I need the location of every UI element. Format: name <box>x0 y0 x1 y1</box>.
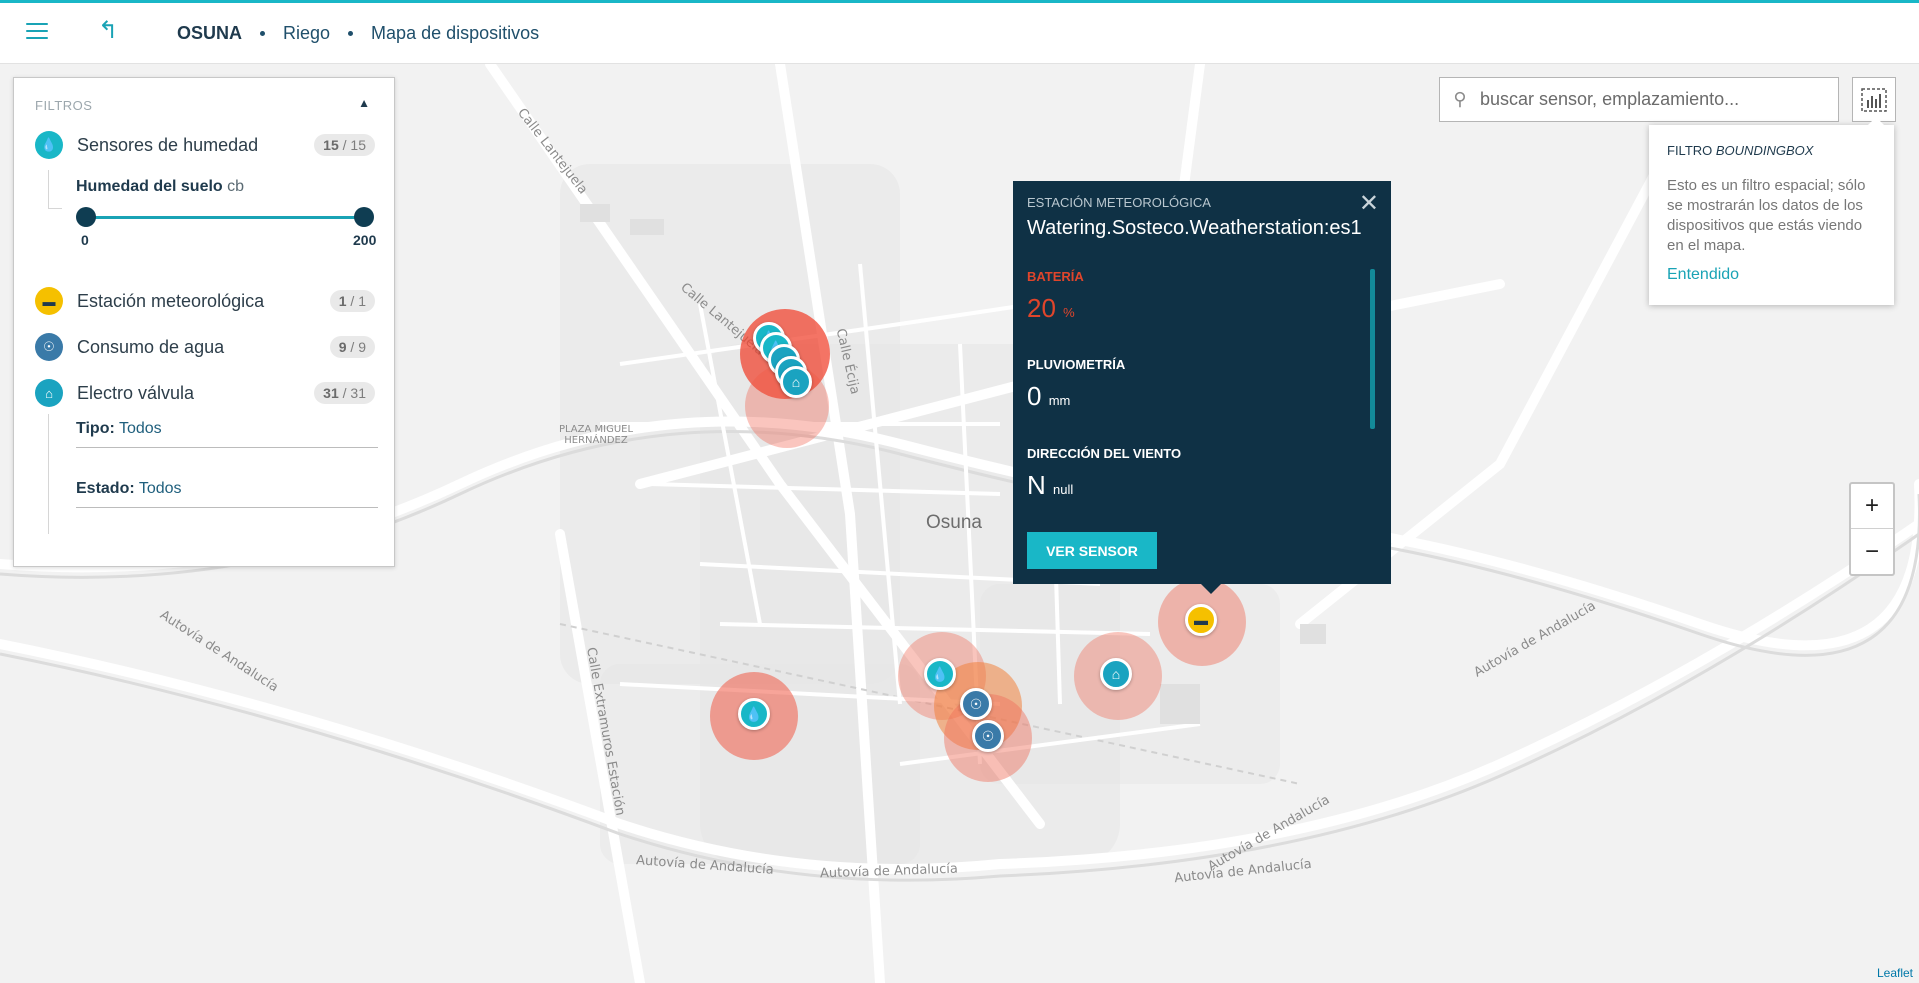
estado-select[interactable]: Estado: Todos <box>76 476 378 508</box>
wind-value: N null <box>1027 470 1074 500</box>
boundingbox-filter-button[interactable] <box>1852 77 1896 122</box>
weather-station-marker[interactable]: ▬ <box>1185 604 1217 636</box>
breadcrumb-separator <box>260 31 266 36</box>
city-label: Osuna <box>926 512 982 533</box>
humidity-sensor-marker[interactable]: 💧 <box>738 698 770 730</box>
tooltip-title: FILTRO BOUNDINGBOX <box>1667 143 1814 158</box>
slider-max-value: 200 <box>353 232 377 248</box>
filter-label: Electro válvula <box>77 382 195 403</box>
breadcrumb-separator <box>348 31 354 36</box>
water-consumption-marker[interactable]: ☉ <box>972 720 1004 752</box>
filter-valve[interactable]: ⌂ Electro válvula 31 / 31 <box>35 378 375 408</box>
tree-line <box>48 208 62 209</box>
filter-count: 15 / 15 <box>314 134 375 156</box>
battery-value: 20 % <box>1027 293 1075 323</box>
filter-label: Sensores de humedad <box>77 134 259 155</box>
rain-label: PLUVIOMETRÍA <box>1027 357 1126 372</box>
humidity-sensor-icon: 💧 <box>35 131 63 159</box>
soil-humidity-title: Humedad del suelo cb <box>76 178 245 195</box>
zoom-control: + − <box>1849 482 1895 576</box>
rain-value: 0 mm <box>1027 381 1071 411</box>
valve-icon: ⌂ <box>35 379 63 407</box>
slider-min-knob[interactable] <box>76 207 96 227</box>
map-label: PLAZA MIGUEL HERNÁNDEZ <box>558 424 634 446</box>
zoom-in-button[interactable]: + <box>1851 484 1893 529</box>
hamburger-menu-icon[interactable] <box>26 23 48 41</box>
humidity-sensor-marker[interactable]: 💧 <box>924 658 956 690</box>
popup-scrollbar[interactable] <box>1370 269 1375 429</box>
filter-water-consumption[interactable]: ☉ Consumo de agua 9 / 9 <box>35 332 375 362</box>
filter-humidity-sensors[interactable]: 💧 Sensores de humedad 15 / 15 <box>35 130 375 160</box>
water-consumption-marker[interactable]: ☉ <box>960 688 992 720</box>
tooltip-description: Esto es un filtro espacial; sólo se most… <box>1667 177 1866 254</box>
top-bar: ↰ OSUNA Riego Mapa de dispositivos <box>0 0 1919 64</box>
valve-marker[interactable]: ⌂ <box>780 366 812 398</box>
soil-humidity-track[interactable] <box>86 216 364 219</box>
water-tap-icon: ☉ <box>35 333 63 361</box>
valve-marker[interactable]: ⌂ <box>1100 658 1132 690</box>
filters-title: FILTROS <box>35 98 93 113</box>
battery-label: BATERÍA <box>1027 269 1084 284</box>
search-icon: ⚲ <box>1453 89 1467 109</box>
breadcrumb-osuna[interactable]: OSUNA <box>177 23 242 44</box>
close-icon[interactable]: ✕ <box>1359 189 1379 218</box>
sensor-popup: ESTACIÓN METEOROLÓGICA Watering.Sosteco.… <box>1013 181 1391 594</box>
boundingbox-chart-icon <box>1861 87 1887 112</box>
filters-panel: FILTROS ▲ 💧 Sensores de humedad 15 / 15 … <box>13 77 395 567</box>
filter-label: Consumo de agua <box>77 336 225 357</box>
slider-min-value: 0 <box>81 232 89 248</box>
triangle-up-icon[interactable]: ▲ <box>358 96 370 110</box>
boundingbox-tooltip: FILTRO BOUNDINGBOX Esto es un filtro esp… <box>1649 117 1894 305</box>
tree-line <box>48 170 49 208</box>
weather-station-icon: ▬ <box>35 287 63 315</box>
wind-label: DIRECCIÓN DEL VIENTO <box>1027 446 1182 461</box>
tooltip-ok-link[interactable]: Entendido <box>1667 266 1876 284</box>
breadcrumb-riego[interactable]: Riego <box>283 23 330 44</box>
search-input[interactable] <box>1480 89 1830 110</box>
popup-sensor-type: ESTACIÓN METEOROLÓGICA <box>1027 195 1211 210</box>
search-box: ⚲ <box>1439 77 1839 122</box>
slider-max-knob[interactable] <box>354 207 374 227</box>
map-attribution-link[interactable]: Leaflet <box>1877 966 1913 980</box>
tree-line <box>48 414 49 534</box>
popup-sensor-name: Watering.Sosteco.Weatherstation:es1 <box>1027 217 1362 239</box>
filter-count: 1 / 1 <box>329 290 375 312</box>
breadcrumb: OSUNA Riego Mapa de dispositivos <box>177 23 539 44</box>
filter-count: 31 / 31 <box>314 382 375 404</box>
filter-weather-station[interactable]: ▬ Estación meteorológica 1 / 1 <box>35 286 375 316</box>
zoom-out-button[interactable]: − <box>1851 529 1893 574</box>
return-arrow-icon[interactable]: ↰ <box>98 19 118 43</box>
filter-label: Estación meteorológica <box>77 290 265 311</box>
view-sensor-button[interactable]: VER SENSOR <box>1027 532 1157 569</box>
tipo-select[interactable]: Tipo: Todos <box>76 416 378 448</box>
breadcrumb-mapa: Mapa de dispositivos <box>371 23 540 43</box>
filter-count: 9 / 9 <box>329 336 375 358</box>
